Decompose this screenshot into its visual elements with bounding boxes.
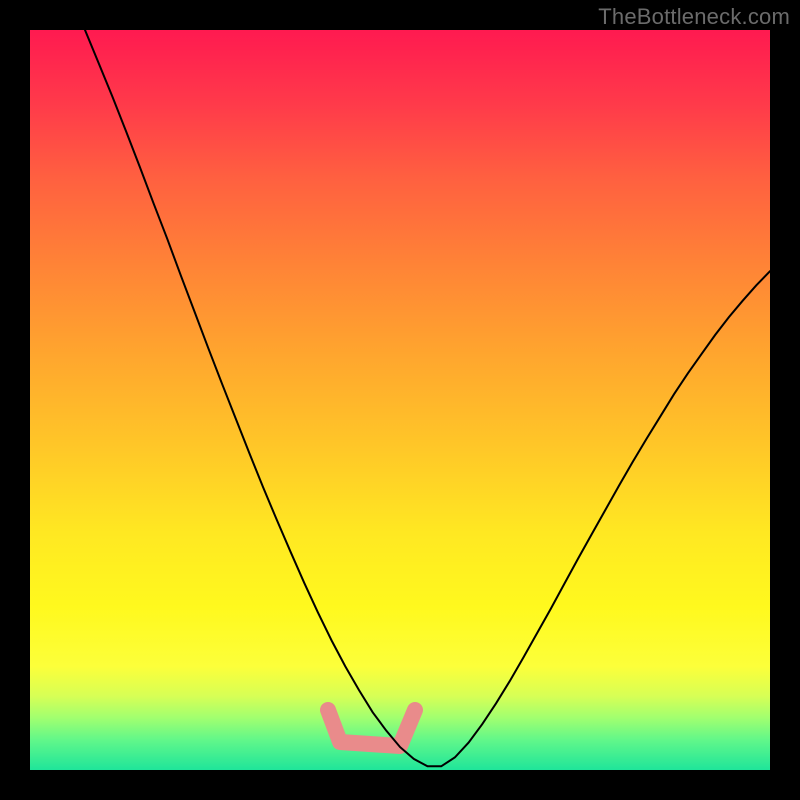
chart-frame: TheBottleneck.com <box>0 0 800 800</box>
bottleneck-curve <box>85 30 770 766</box>
trough-highlight <box>328 710 415 746</box>
chart-overlay <box>30 30 770 770</box>
watermark-text: TheBottleneck.com <box>598 4 790 30</box>
